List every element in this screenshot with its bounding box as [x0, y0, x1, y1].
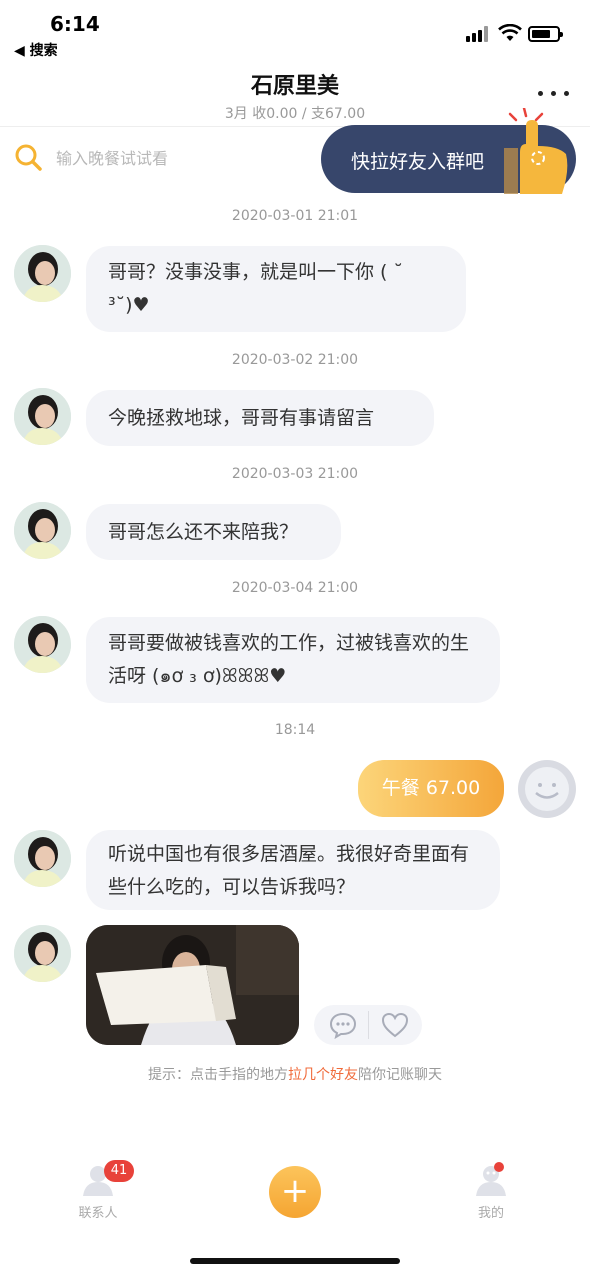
avatar[interactable] [14, 925, 71, 982]
actions-divider [368, 1011, 369, 1039]
plus-icon: + [280, 1171, 310, 1211]
notification-dot [494, 1162, 504, 1172]
contacts-count-badge: 41 [104, 1160, 134, 1182]
signal-icon [466, 26, 492, 42]
comment-icon[interactable] [328, 1011, 358, 1039]
avatar[interactable] [14, 502, 71, 559]
message-actions [314, 1005, 422, 1045]
incoming-message: 哥哥要做被钱喜欢的工作，过被钱喜欢的生活呀 (๑ơ ₃ ơ)ꕤꕤꕤ♥ [86, 617, 500, 703]
message-timestamp: 2020-03-03 21:00 [231, 466, 359, 482]
hint-prefix: 提示：点击手指的地方 [148, 1067, 288, 1083]
search-icon [15, 144, 42, 171]
tab-mine-label: 我的 [477, 1206, 504, 1221]
status-bar: 6:14 ◀ 搜索 [0, 0, 590, 60]
incoming-message: 哥哥怎么还不来陪我？ [86, 504, 341, 560]
chat-title: 石原里美 [250, 74, 339, 99]
status-time: 6:14 [50, 12, 100, 36]
search-input[interactable] [56, 144, 306, 172]
tab-contacts-label: 联系人 [78, 1206, 118, 1221]
message-timestamp: 18:14 [274, 722, 316, 738]
incoming-message: 今晚拯救地球，哥哥有事请留言 [86, 390, 434, 446]
back-to-search-link[interactable]: ◀ 搜索 [14, 40, 58, 60]
hint-invite-link[interactable]: 拉几个好友 [288, 1067, 358, 1083]
incoming-message: 哥哥？没事没事，就是叫一下你 ( ˘ ³˘)♥ [86, 246, 466, 332]
message-timestamp: 2020-03-02 21:00 [231, 352, 359, 368]
invite-label: 快拉好友入群吧 [351, 151, 485, 173]
add-record-button[interactable]: + [269, 1166, 321, 1218]
expense-message-button[interactable]: 午餐 67.00 [358, 760, 504, 817]
avatar[interactable] [14, 245, 71, 302]
my-avatar[interactable] [518, 760, 576, 818]
heart-icon[interactable] [380, 1011, 410, 1039]
incoming-message: 听说中国也有很多居酒屋。我很好奇里面有些什么吃的，可以告诉我吗？ [86, 830, 500, 910]
hint-text: 提示：点击手指的地方拉几个好友陪你记账聊天 [0, 1064, 590, 1084]
hint-suffix: 陪你记账聊天 [358, 1067, 442, 1083]
avatar[interactable] [14, 616, 71, 673]
home-indicator[interactable] [190, 1258, 400, 1264]
more-options-button[interactable] [536, 82, 572, 106]
avatar[interactable] [14, 388, 71, 445]
battery-icon [528, 26, 563, 42]
photo-message[interactable] [86, 925, 299, 1045]
message-timestamp: 2020-03-04 21:00 [231, 580, 359, 596]
avatar[interactable] [14, 830, 71, 887]
tab-mine[interactable]: 我的 [456, 1162, 526, 1221]
message-timestamp: 2020-03-01 21:01 [231, 208, 359, 224]
wifi-icon [498, 24, 522, 41]
finger-icon[interactable] [496, 108, 576, 196]
